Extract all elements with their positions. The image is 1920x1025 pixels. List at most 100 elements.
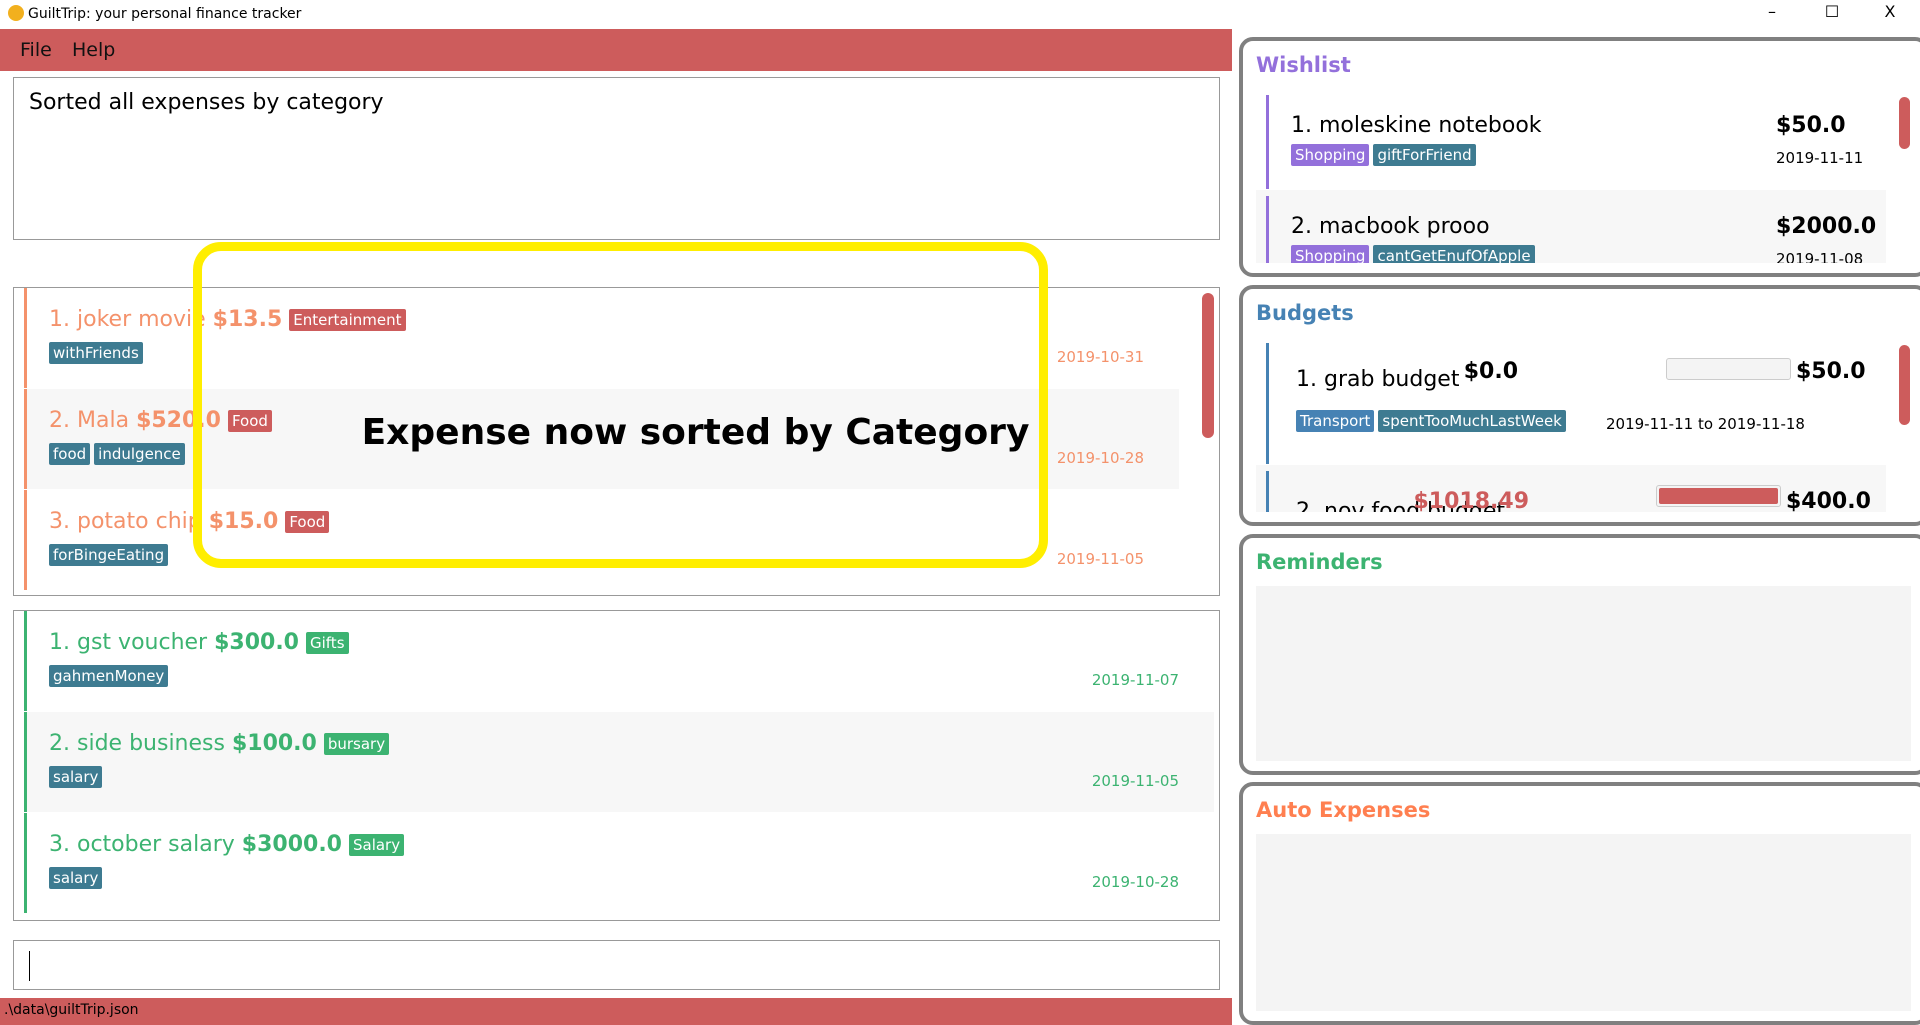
item-accent-bar	[1266, 196, 1269, 263]
item-title: 2. macbook prooo	[1291, 214, 1490, 239]
tag-list: Shopping cantGetEnufOfApple	[1291, 245, 1539, 263]
tag: indulgence	[94, 443, 185, 465]
item-date: 2019-10-28	[1091, 873, 1179, 891]
result-display: Sorted all expenses by category	[13, 77, 1220, 240]
item-index: 2.	[49, 731, 70, 756]
notification-highlight-box	[193, 242, 1048, 568]
tag-list: Shopping giftForFriend	[1291, 144, 1480, 166]
text-caret	[29, 951, 30, 981]
command-input[interactable]	[13, 940, 1220, 990]
item-name: october salary	[77, 832, 235, 857]
item-index: 1.	[49, 307, 70, 332]
item-name: side business	[77, 731, 225, 756]
item-index: 3.	[49, 832, 70, 857]
category-tag: bursary	[323, 733, 390, 755]
budgets-panel: Budgets 1. grab budget $0.0 $50.0 Transport…	[1239, 285, 1920, 526]
budget-spent: $0.0	[1463, 359, 1518, 384]
item-accent-bar	[24, 490, 27, 590]
tag-list: salary	[49, 766, 106, 788]
scrollbar-thumb[interactable]	[1899, 97, 1910, 149]
status-bar: .\data\guiltTrip.json	[0, 998, 1232, 1025]
item-date: 2019-11-05	[1091, 772, 1179, 790]
budget-item[interactable]: 2. nov food budget $1018.49 $400.0	[1256, 465, 1886, 512]
item-accent-bar	[24, 712, 27, 812]
list-item[interactable]: 3. october salary $3000.0 Salary salary 20…	[24, 813, 1214, 913]
title-bar: GuiltTrip: your personal finance tracker…	[0, 0, 1920, 29]
wishlist-item[interactable]: 2. macbook prooo $2000.0 Shopping cantGetEn…	[1256, 190, 1886, 263]
item-amount: $300.0	[214, 630, 299, 655]
tag-list: withFriends	[49, 342, 147, 364]
category-tag: Shopping	[1291, 144, 1370, 166]
item-accent-bar	[24, 813, 27, 913]
scrollbar-thumb[interactable]	[1899, 345, 1910, 425]
budget-period: 2019-11-11 to 2019-11-18	[1606, 415, 1805, 433]
item-index: 2.	[49, 408, 70, 433]
list-item[interactable]: 2. side business $100.0 bursary salary 201…	[24, 712, 1214, 812]
item-name: gst voucher	[77, 630, 208, 655]
item-name: grab budget	[1324, 367, 1460, 392]
tag-list: salary	[49, 867, 106, 889]
item-index: 2.	[1291, 214, 1312, 239]
menu-file[interactable]: File	[20, 39, 52, 61]
item-accent-bar	[1266, 95, 1269, 189]
item-title: 3. october salary $3000.0 Salary	[49, 832, 408, 857]
scrollbar-thumb[interactable]	[1202, 293, 1214, 438]
tag: giftForFriend	[1373, 144, 1476, 166]
maximize-button[interactable]: ☐	[1812, 2, 1852, 21]
tag: cantGetEnufOfApple	[1373, 245, 1535, 263]
budget-list[interactable]: 1. grab budget $0.0 $50.0 Transport spentToo…	[1256, 337, 1911, 512]
item-title: 1. moleskine notebook	[1291, 113, 1542, 138]
close-button[interactable]: X	[1870, 2, 1910, 21]
item-amount: $3000.0	[241, 832, 342, 857]
budget-limit: $50.0	[1796, 359, 1866, 384]
budget-spent: $1018.49	[1413, 489, 1529, 512]
tag: spentTooMuchLastWeek	[1378, 410, 1566, 432]
tag-list: food indulgence	[49, 443, 189, 465]
tag: withFriends	[49, 342, 143, 364]
item-name: macbook prooo	[1319, 214, 1490, 239]
reminders-panel: Reminders	[1239, 534, 1920, 775]
auto-expense-list[interactable]	[1256, 834, 1911, 1011]
item-index: 1.	[1296, 367, 1317, 392]
auto-expenses-panel: Auto Expenses	[1239, 782, 1920, 1025]
item-title: 1. grab budget	[1296, 367, 1459, 392]
item-title: 2. side business $100.0 bursary	[49, 731, 393, 756]
item-index: 1.	[1291, 113, 1312, 138]
item-amount: $2000.0	[1776, 214, 1877, 239]
progress-fill	[1659, 488, 1778, 504]
item-index: 3.	[49, 509, 70, 534]
tag: gahmenMoney	[49, 665, 169, 687]
reminder-list[interactable]	[1256, 586, 1911, 761]
item-date: 2019-11-07	[1091, 671, 1179, 689]
item-accent-bar	[24, 288, 27, 388]
menu-help[interactable]: Help	[72, 39, 115, 61]
budget-progress-bar	[1656, 485, 1781, 507]
wishlist-panel: Wishlist 1. moleskine notebook $50.0 Shopp…	[1239, 37, 1920, 277]
wishlist-item[interactable]: 1. moleskine notebook $50.0 Shopping giftFo…	[1256, 89, 1886, 189]
tag-list: Transport spentTooMuchLastWeek	[1296, 410, 1570, 432]
item-amount: $50.0	[1776, 113, 1846, 138]
category-tag: Transport	[1296, 410, 1375, 432]
category-tag: Salary	[348, 834, 405, 856]
tag-list: gahmenMoney	[49, 665, 172, 687]
item-date: 2019-11-11	[1776, 149, 1864, 167]
wishlist-list[interactable]: 1. moleskine notebook $50.0 Shopping giftFo…	[1256, 89, 1911, 263]
list-item[interactable]: 1. gst voucher $300.0 Gifts gahmenMoney 20…	[24, 611, 1214, 711]
item-date: 2019-11-08	[1776, 250, 1864, 263]
budget-item[interactable]: 1. grab budget $0.0 $50.0 Transport spentToo…	[1256, 337, 1886, 464]
item-index: 2.	[1296, 499, 1317, 512]
item-accent-bar	[1266, 343, 1269, 464]
item-name: Mala	[77, 408, 130, 433]
item-amount: $100.0	[231, 731, 317, 756]
tag: food	[49, 443, 91, 465]
item-accent-bar	[1266, 471, 1269, 512]
menu-bar: File Help	[0, 29, 1232, 71]
category-tag: Shopping	[1291, 245, 1370, 263]
item-name: joker movie	[77, 307, 206, 332]
item-date: 2019-11-05	[1056, 550, 1144, 568]
minimize-button[interactable]: –	[1752, 2, 1792, 21]
tag: salary	[49, 766, 103, 788]
window-title: GuiltTrip: your personal finance tracker	[28, 6, 302, 22]
budget-progress-bar	[1666, 358, 1791, 380]
income-list[interactable]: 1. gst voucher $300.0 Gifts gahmenMoney 20…	[13, 610, 1220, 921]
